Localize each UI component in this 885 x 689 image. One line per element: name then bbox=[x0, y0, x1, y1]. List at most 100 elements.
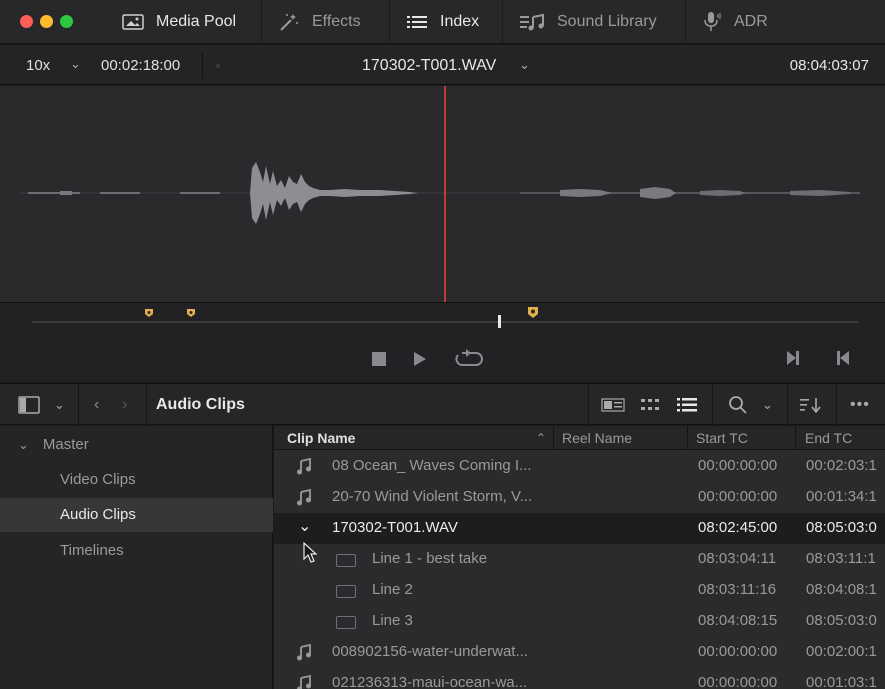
subclip-icon bbox=[336, 616, 356, 629]
divider bbox=[795, 426, 796, 450]
tab-media-pool[interactable]: Media Pool bbox=[106, 0, 262, 43]
subclip-icon bbox=[336, 585, 356, 598]
table-row-subclip[interactable]: Line 2 08:03:11:16 08:04:08:1 bbox=[274, 575, 885, 606]
column-header-end-tc[interactable]: End TC bbox=[805, 430, 852, 446]
clip-name-title[interactable]: 170302-T001.WAV bbox=[362, 57, 496, 75]
tab-label: Sound Library bbox=[557, 12, 657, 30]
mouse-cursor-icon bbox=[303, 542, 318, 563]
sidebar-item-label: Audio Clips bbox=[60, 506, 136, 523]
clip-name: 08 Ocean_ Waves Coming I... bbox=[332, 457, 532, 474]
tab-index[interactable]: Index bbox=[390, 0, 503, 43]
chevron-down-icon[interactable]: ⌄ bbox=[762, 397, 773, 413]
marker-navigation bbox=[784, 349, 852, 367]
column-header-reel-name[interactable]: Reel Name bbox=[562, 430, 632, 446]
table-row-selected[interactable]: ⌄ 170302-T001.WAV 08:02:45:00 08:05:03:0 bbox=[274, 513, 885, 544]
column-header-start-tc[interactable]: Start TC bbox=[696, 430, 748, 446]
search-button[interactable]: ⌄ bbox=[728, 384, 773, 426]
tab-effects[interactable]: Effects bbox=[262, 0, 390, 43]
tab-adr[interactable]: ADR bbox=[686, 0, 782, 43]
chevron-right-icon: › bbox=[122, 396, 128, 413]
chevron-down-icon[interactable]: ⌄ bbox=[54, 397, 65, 413]
sound-library-icon bbox=[519, 13, 545, 31]
audio-waveform-viewer[interactable] bbox=[0, 86, 885, 302]
divider bbox=[687, 426, 688, 450]
sort-ascending-icon[interactable]: ⌃ bbox=[536, 431, 546, 445]
table-row[interactable]: 008902156-water-underwat... 00:00:00:00 … bbox=[274, 637, 885, 668]
marker-icon[interactable] bbox=[144, 308, 154, 318]
stop-icon[interactable] bbox=[370, 350, 388, 368]
loop-icon[interactable] bbox=[454, 349, 484, 369]
media-pool-icon bbox=[122, 13, 144, 30]
end-tc: 08:05:03:0 bbox=[806, 519, 877, 536]
top-toolbar: Media Pool Effects Index Sound Library A… bbox=[0, 0, 885, 44]
expand-chevron-icon[interactable]: ⌄ bbox=[298, 516, 311, 536]
sidebar-item-label: Video Clips bbox=[60, 471, 136, 488]
minimize-window-button[interactable] bbox=[40, 15, 53, 28]
forward-button[interactable]: › bbox=[122, 384, 127, 426]
marker-icon[interactable] bbox=[186, 308, 196, 318]
clip-name: Line 2 bbox=[372, 581, 413, 598]
maximize-window-button[interactable] bbox=[60, 15, 73, 28]
metadata-view-button[interactable] bbox=[601, 384, 625, 426]
playhead[interactable] bbox=[444, 86, 446, 302]
clip-name: 170302-T001.WAV bbox=[332, 519, 458, 536]
end-tc: 08:03:11:1 bbox=[806, 550, 876, 567]
more-options-button[interactable]: ••• bbox=[850, 384, 870, 426]
clip-name: Line 1 - best take bbox=[372, 550, 488, 567]
window-controls bbox=[20, 15, 106, 28]
tab-label: Media Pool bbox=[156, 12, 237, 30]
metadata-view-icon bbox=[601, 398, 625, 412]
waveform-graphic bbox=[20, 162, 860, 224]
table-row[interactable]: 20-70 Wind Violent Storm, V... 00:00:00:… bbox=[274, 482, 885, 513]
list-view-button[interactable] bbox=[677, 384, 697, 426]
divider bbox=[836, 384, 837, 426]
more-dots-icon: ••• bbox=[850, 396, 870, 413]
sidebar-item-label: Timelines bbox=[60, 542, 124, 559]
scrub-bar[interactable] bbox=[0, 302, 885, 382]
sidebar-item-label: Master bbox=[42, 436, 89, 453]
tab-label: ADR bbox=[734, 12, 768, 30]
tab-label: Index bbox=[440, 12, 480, 30]
audio-clip-icon bbox=[297, 488, 311, 506]
divider bbox=[553, 426, 554, 450]
previous-marker-icon[interactable] bbox=[834, 349, 852, 367]
chevron-down-icon[interactable]: ⌄ bbox=[70, 56, 81, 72]
next-marker-icon[interactable] bbox=[784, 349, 802, 367]
sidebar-item-master[interactable]: ⌄ Master bbox=[18, 436, 89, 453]
start-tc: 00:00:00:00 bbox=[698, 674, 778, 689]
sidebar-item-audio-clips[interactable]: Audio Clips bbox=[0, 498, 273, 532]
marker-icon[interactable] bbox=[527, 306, 539, 319]
search-icon bbox=[729, 396, 747, 414]
divider bbox=[78, 384, 79, 426]
sidebar-toggle-button[interactable]: ⌄ bbox=[18, 384, 65, 426]
tab-label: Effects bbox=[312, 12, 361, 30]
table-row[interactable]: 021236313-maui-ocean-wa... 00:00:00:00 0… bbox=[274, 668, 885, 689]
sidebar-item-timelines[interactable]: Timelines bbox=[0, 534, 273, 568]
end-tc: 00:02:00:1 bbox=[806, 643, 877, 660]
table-header: Clip Name ⌃ Reel Name Start TC End TC bbox=[274, 426, 885, 450]
scrub-handle[interactable] bbox=[498, 315, 501, 328]
scrub-track[interactable] bbox=[32, 321, 858, 323]
clip-name: 008902156-water-underwat... bbox=[332, 643, 528, 660]
table-row-subclip[interactable]: Line 3 08:04:08:15 08:05:03:0 bbox=[274, 606, 885, 637]
list-view-icon bbox=[677, 398, 697, 412]
chevron-down-icon[interactable]: ⌄ bbox=[519, 57, 530, 73]
back-button[interactable]: ‹ bbox=[94, 384, 99, 426]
close-window-button[interactable] bbox=[20, 15, 33, 28]
divider bbox=[146, 384, 147, 426]
current-timecode: 08:04:03:07 bbox=[789, 57, 869, 74]
bin-title: Audio Clips bbox=[156, 396, 245, 413]
zoom-level[interactable]: 10x bbox=[26, 57, 50, 74]
thumbnail-view-button[interactable] bbox=[641, 384, 661, 426]
start-tc: 00:00:00:00 bbox=[698, 488, 778, 505]
sidebar-item-video-clips[interactable]: Video Clips bbox=[0, 463, 273, 497]
table-row-subclip[interactable]: Line 1 - best take 08:03:04:11 08:03:11:… bbox=[274, 544, 885, 575]
end-tc: 00:01:03:1 bbox=[806, 674, 877, 689]
play-icon[interactable] bbox=[412, 350, 428, 368]
column-header-clip-name[interactable]: Clip Name bbox=[287, 430, 355, 446]
tab-sound-library[interactable]: Sound Library bbox=[503, 0, 686, 43]
sort-button[interactable] bbox=[800, 384, 822, 426]
table-row[interactable]: 08 Ocean_ Waves Coming I... 00:00:00:00 … bbox=[274, 451, 885, 482]
bin-toolbar: ⌄ ‹ › Audio Clips ⌄ ••• bbox=[0, 383, 885, 426]
divider bbox=[588, 384, 589, 426]
